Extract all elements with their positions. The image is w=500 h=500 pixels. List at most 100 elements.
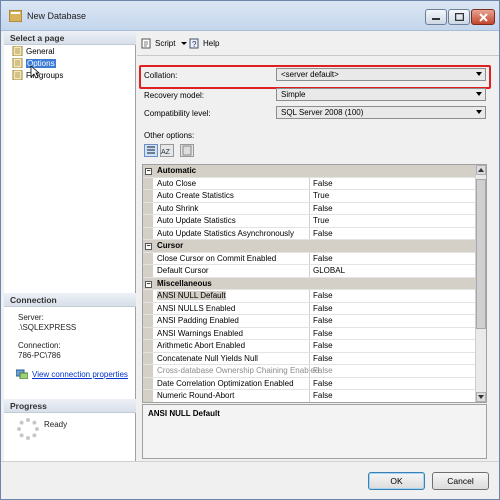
option-value[interactable]: False <box>313 229 333 238</box>
option-name: Date Correlation Optimization Enabled <box>157 378 294 388</box>
option-row[interactable]: Auto Update Statistics True <box>143 215 486 228</box>
options-property-grid[interactable]: − Automatic Auto Close False Auto Create Sta… <box>142 164 487 403</box>
option-value[interactable]: False <box>313 366 333 375</box>
option-value[interactable]: False <box>313 204 333 213</box>
nav-item-general[interactable]: General <box>12 45 54 57</box>
option-row[interactable]: Close Cursor on Commit Enabled False <box>143 252 486 265</box>
categorized-view-button[interactable] <box>144 144 158 157</box>
server-label: Server: <box>18 313 44 322</box>
option-row[interactable]: ANSI Warnings Enabled False <box>143 327 486 340</box>
scroll-down-button[interactable] <box>476 392 486 402</box>
toolbar-divider <box>137 55 499 56</box>
chevron-down-icon <box>476 72 482 76</box>
option-value[interactable]: False <box>313 391 333 400</box>
option-row[interactable]: ANSI Padding Enabled False <box>143 315 486 328</box>
connection-header: Connection <box>4 293 136 307</box>
option-row[interactable]: Auto Shrink False <box>143 202 486 215</box>
column-divider <box>309 202 310 214</box>
help-button[interactable]: ? Help <box>189 38 219 49</box>
option-name: Auto Update Statistics <box>157 216 236 225</box>
scroll-up-button[interactable] <box>476 165 486 175</box>
other-options-label: Other options: <box>144 131 195 140</box>
option-value[interactable]: False <box>313 291 333 300</box>
view-connection-properties-link[interactable]: View connection properties <box>32 370 128 379</box>
maximize-button[interactable] <box>448 9 470 25</box>
collapse-icon[interactable]: − <box>145 168 152 175</box>
script-icon <box>141 38 151 49</box>
scroll-thumb[interactable] <box>476 179 486 329</box>
column-divider <box>309 340 310 352</box>
recovery-model-label: Recovery model: <box>144 91 205 100</box>
option-value[interactable]: False <box>313 354 333 363</box>
row-gutter <box>143 315 153 327</box>
minimize-icon <box>432 18 440 20</box>
option-value[interactable]: True <box>313 216 329 225</box>
option-value[interactable]: False <box>313 379 333 388</box>
collation-label: Collation: <box>144 71 178 80</box>
option-row[interactable]: Arithmetic Abort Enabled False <box>143 340 486 353</box>
option-name: Default Cursor <box>157 266 209 275</box>
recovery-model-value: Simple <box>281 90 306 99</box>
row-gutter <box>143 302 153 314</box>
option-row[interactable]: Concatenate Null Yields Null False <box>143 352 486 365</box>
option-row[interactable]: ANSI NULLS Enabled False <box>143 302 486 315</box>
database-icon <box>9 10 22 22</box>
option-row[interactable]: Default Cursor GLOBAL <box>143 265 486 278</box>
option-value[interactable]: False <box>313 179 333 188</box>
option-name: Cross-database Ownership Chaining Enable… <box>157 366 320 375</box>
collapse-icon[interactable]: − <box>145 243 152 250</box>
column-divider <box>309 265 310 277</box>
connection-value: 786-PC\786 <box>18 351 61 360</box>
option-row[interactable]: Date Correlation Optimization Enabled Fal… <box>143 377 486 390</box>
options-category-row[interactable]: − Miscellaneous <box>143 277 486 290</box>
option-value[interactable]: False <box>313 341 333 350</box>
recovery-model-dropdown[interactable]: Simple <box>276 88 486 101</box>
row-gutter <box>143 377 153 389</box>
vertical-scrollbar[interactable] <box>475 165 486 402</box>
column-divider <box>309 290 310 302</box>
option-value[interactable]: False <box>313 304 333 313</box>
option-value[interactable]: False <box>313 329 333 338</box>
option-value[interactable]: False <box>313 316 333 325</box>
compatibility-level-label: Compatibility level: <box>144 109 211 118</box>
compatibility-level-value: SQL Server 2008 (100) <box>281 108 364 117</box>
property-pages-button[interactable] <box>180 144 194 157</box>
option-row[interactable]: Auto Close False <box>143 177 486 190</box>
column-divider <box>309 177 310 189</box>
chevron-down-icon <box>476 110 482 114</box>
row-gutter <box>143 290 153 302</box>
option-name: Auto Create Statistics <box>157 191 234 200</box>
chevron-down-icon <box>476 92 482 96</box>
compatibility-level-dropdown[interactable]: SQL Server 2008 (100) <box>276 106 486 119</box>
property-description-pane: ANSI NULL Default <box>142 404 487 459</box>
options-category-row[interactable]: − Cursor <box>143 240 486 253</box>
close-button[interactable] <box>471 9 495 25</box>
option-name: ANSI Warnings Enabled <box>157 328 243 338</box>
option-name: Arithmetic Abort Enabled <box>157 341 246 350</box>
mouse-cursor-icon <box>30 65 40 79</box>
option-row[interactable]: ANSI NULL Default False <box>143 290 486 303</box>
option-value[interactable]: False <box>313 254 333 263</box>
row-gutter <box>143 340 153 352</box>
ok-button[interactable]: OK <box>368 472 425 490</box>
collapse-icon[interactable]: − <box>145 280 152 288</box>
column-divider <box>309 227 310 239</box>
chevron-up-icon <box>478 168 484 172</box>
minimize-button[interactable] <box>425 9 447 25</box>
cancel-button[interactable]: Cancel <box>432 472 489 490</box>
alphabetical-sort-button[interactable]: AZ <box>160 144 174 157</box>
script-button[interactable]: Script <box>141 38 188 49</box>
progress-header: Progress <box>4 399 136 413</box>
option-name: Auto Update Statistics Asynchronously <box>157 228 294 238</box>
collation-value: <server default> <box>281 70 339 79</box>
new-database-dialog: New Database Select a page General Optio… <box>0 0 500 500</box>
collation-dropdown[interactable]: <server default> <box>276 68 486 81</box>
option-value[interactable]: True <box>313 191 329 200</box>
option-value[interactable]: GLOBAL <box>313 266 345 275</box>
option-row[interactable]: Auto Create Statistics True <box>143 190 486 203</box>
option-row[interactable]: Auto Update Statistics Asynchronously Fal… <box>143 227 486 240</box>
option-row[interactable]: Numeric Round-Abort False <box>143 390 486 402</box>
column-divider <box>309 190 310 202</box>
options-category-row[interactable]: − Automatic <box>143 165 486 178</box>
option-row[interactable]: Cross-database Ownership Chaining Enable… <box>143 365 486 378</box>
